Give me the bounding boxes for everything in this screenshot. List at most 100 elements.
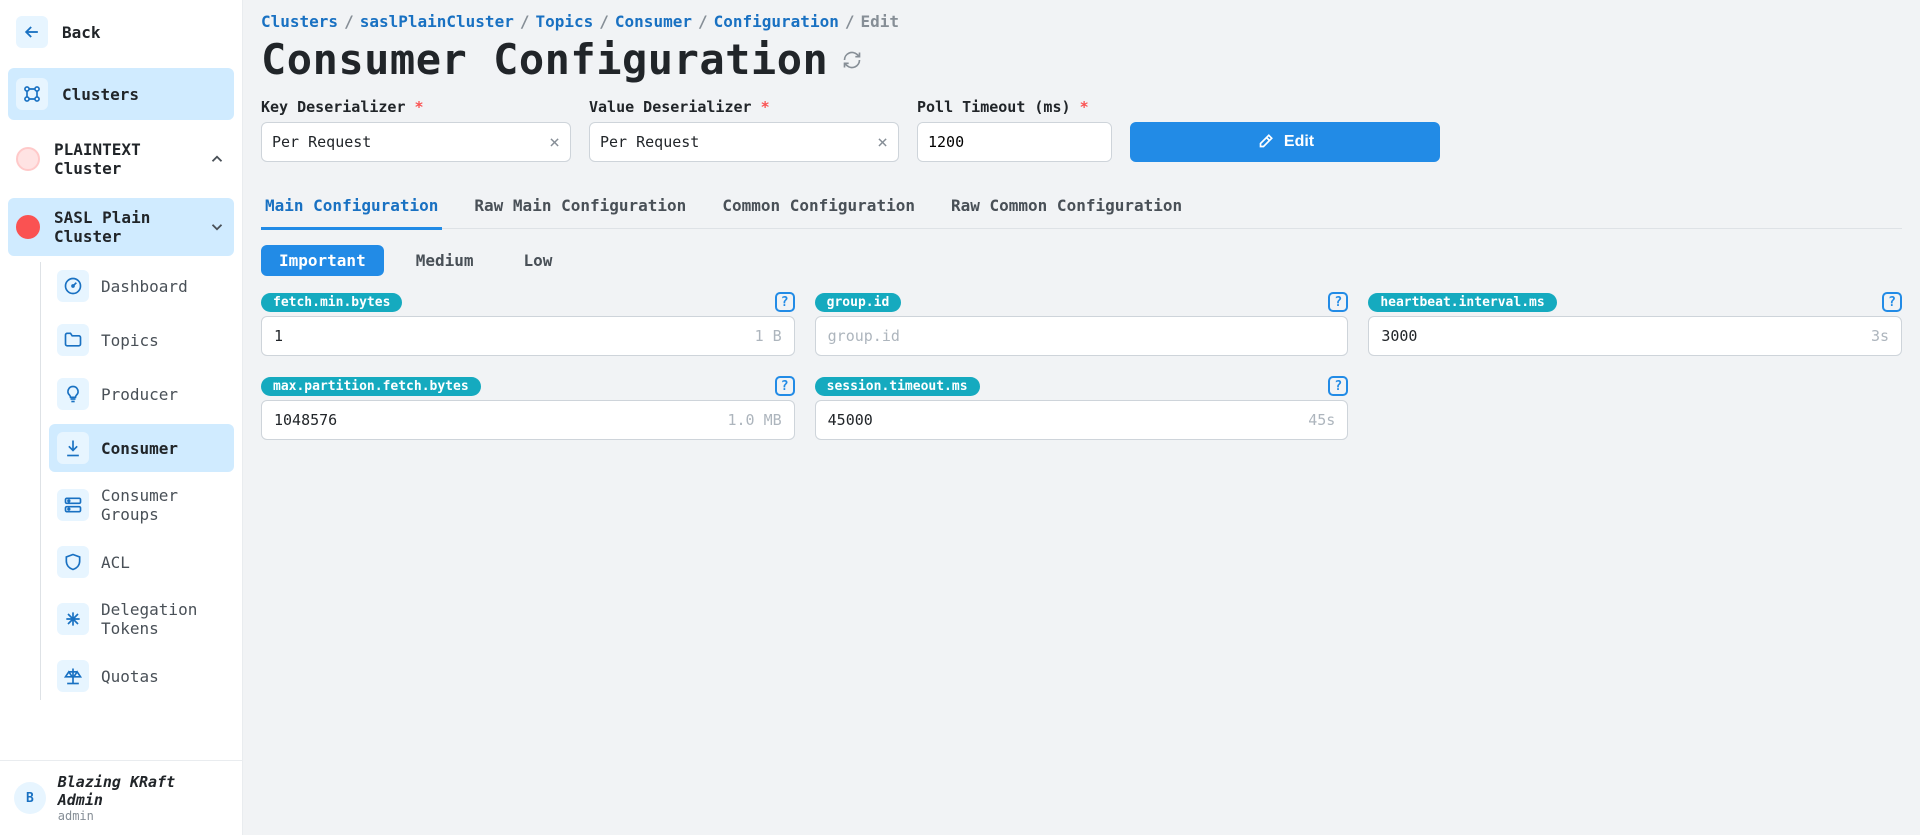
help-icon[interactable]: ? (1328, 292, 1348, 312)
config-name-badge: heartbeat.interval.ms (1368, 293, 1556, 312)
breadcrumb-link[interactable]: Consumer (615, 12, 692, 31)
chip-medium[interactable]: Medium (398, 245, 492, 276)
cluster-subnav: Dashboard Topics Producer Consumer Consumer … (40, 262, 234, 700)
breadcrumb-separator: / (344, 12, 354, 31)
poll-timeout-label: Poll Timeout (ms) * (917, 98, 1112, 116)
download-icon (57, 432, 89, 464)
config-input[interactable]: 30003s (1368, 316, 1902, 356)
config-placeholder: group.id (828, 327, 1336, 345)
sidebar-item-label: Dashboard (101, 277, 188, 296)
help-icon[interactable]: ? (1882, 292, 1902, 312)
scale-icon (57, 660, 89, 692)
user-name: Blazing KRaft Admin (58, 773, 228, 809)
config-hint: 3s (1871, 327, 1889, 345)
config-input[interactable]: group.id (815, 316, 1349, 356)
poll-timeout-field[interactable] (918, 123, 1112, 161)
help-icon[interactable]: ? (775, 292, 795, 312)
status-dot-icon (16, 215, 40, 239)
breadcrumb-separator: / (599, 12, 609, 31)
cluster-item[interactable]: PLAINTEXT Cluster (8, 130, 234, 188)
key-deserializer-label: Key Deserializer * (261, 98, 571, 116)
importance-chips: Important Medium Low (261, 245, 1902, 276)
value-deserializer-select[interactable]: Per Request × (589, 122, 899, 162)
config-tabs: Main Configuration Raw Main Configuration… (261, 188, 1902, 229)
chip-important[interactable]: Important (261, 245, 384, 276)
breadcrumb: Clusters / saslPlainCluster / Topics / Consume… (261, 12, 1902, 31)
breadcrumb-link[interactable]: Configuration (714, 12, 839, 31)
sidebar-item-label: Topics (101, 331, 159, 350)
config-card: group.id ? group.id (815, 292, 1349, 356)
tab-raw-common-configuration[interactable]: Raw Common Configuration (947, 188, 1186, 230)
sidebar: Back Clusters PLAINTEXT Cluster SASL Pla… (0, 0, 243, 835)
breadcrumb-link[interactable]: saslPlainCluster (360, 12, 514, 31)
asterisk-icon (57, 603, 89, 635)
tab-main-configuration[interactable]: Main Configuration (261, 188, 442, 230)
key-deserializer-value: Per Request (272, 133, 541, 151)
config-hint: 1.0 MB (727, 411, 781, 429)
poll-timeout-input[interactable]: ▲ ▼ (917, 122, 1112, 162)
user-role: admin (58, 809, 228, 823)
clusters-icon (16, 78, 48, 110)
sidebar-item-label: Producer (101, 385, 178, 404)
back-button[interactable]: Back (8, 8, 234, 56)
status-dot-icon (16, 147, 40, 171)
sidebar-top: Back Clusters PLAINTEXT Cluster SASL Pla… (0, 0, 242, 760)
sidebar-item-label: ACL (101, 553, 130, 572)
breadcrumb-link[interactable]: Topics (535, 12, 593, 31)
sidebar-item-dashboard[interactable]: Dashboard (49, 262, 234, 310)
edit-button[interactable]: Edit (1130, 122, 1440, 162)
arrow-left-icon (16, 16, 48, 48)
chip-low[interactable]: Low (506, 245, 571, 276)
config-value: 1048576 (274, 411, 727, 429)
config-cards: fetch.min.bytes ? 11 B group.id ? group.… (261, 292, 1902, 440)
config-name-badge: fetch.min.bytes (261, 293, 402, 312)
sidebar-item-topics[interactable]: Topics (49, 316, 234, 364)
sidebar-item-consumer-groups[interactable]: Consumer Groups (49, 478, 234, 532)
page-title: Consumer Configuration (261, 35, 828, 84)
shield-icon (57, 546, 89, 578)
config-value: 3000 (1381, 327, 1871, 345)
sidebar-item-label: Consumer Groups (101, 486, 226, 524)
chevron-up-icon (208, 150, 226, 168)
config-input[interactable]: 4500045s (815, 400, 1349, 440)
help-icon[interactable]: ? (775, 376, 795, 396)
cluster-item[interactable]: SASL Plain Cluster (8, 198, 234, 256)
user-panel[interactable]: B Blazing KRaft Admin admin (0, 760, 242, 835)
key-deserializer-select[interactable]: Per Request × (261, 122, 571, 162)
chevron-down-icon (208, 218, 226, 236)
breadcrumb-separator: / (698, 12, 708, 31)
breadcrumb-current: Edit (860, 12, 899, 31)
value-deserializer-value: Per Request (600, 133, 869, 151)
clusters-label: Clusters (62, 85, 139, 104)
config-name-badge: group.id (815, 293, 902, 312)
clear-icon[interactable]: × (877, 132, 888, 153)
main-content: Clusters / saslPlainCluster / Topics / Consume… (243, 0, 1920, 835)
sidebar-item-delegation-tokens[interactable]: Delegation Tokens (49, 592, 234, 646)
breadcrumb-link[interactable]: Clusters (261, 12, 338, 31)
cluster-label: PLAINTEXT Cluster (54, 140, 180, 178)
gauge-icon (57, 270, 89, 302)
breadcrumb-separator: / (520, 12, 530, 31)
config-card: session.timeout.ms ? 4500045s (815, 376, 1349, 440)
config-card: max.partition.fetch.bytes ? 10485761.0 M… (261, 376, 795, 440)
sidebar-item-quotas[interactable]: Quotas (49, 652, 234, 700)
back-label: Back (62, 23, 101, 42)
edit-label: Edit (1284, 133, 1314, 151)
config-card: heartbeat.interval.ms ? 30003s (1368, 292, 1902, 356)
help-icon[interactable]: ? (1328, 376, 1348, 396)
config-name-badge: session.timeout.ms (815, 377, 980, 396)
sidebar-item-clusters[interactable]: Clusters (8, 68, 234, 120)
sidebar-item-consumer[interactable]: Consumer (49, 424, 234, 472)
clear-icon[interactable]: × (549, 132, 560, 153)
config-input[interactable]: 10485761.0 MB (261, 400, 795, 440)
avatar: B (14, 782, 46, 814)
sidebar-item-producer[interactable]: Producer (49, 370, 234, 418)
config-input[interactable]: 11 B (261, 316, 795, 356)
sidebar-item-acl[interactable]: ACL (49, 538, 234, 586)
tab-raw-main-configuration[interactable]: Raw Main Configuration (470, 188, 690, 230)
tab-common-configuration[interactable]: Common Configuration (718, 188, 919, 230)
config-value: 1 (274, 327, 755, 345)
refresh-icon[interactable] (842, 50, 862, 70)
value-deserializer-label: Value Deserializer * (589, 98, 899, 116)
config-value: 45000 (828, 411, 1309, 429)
